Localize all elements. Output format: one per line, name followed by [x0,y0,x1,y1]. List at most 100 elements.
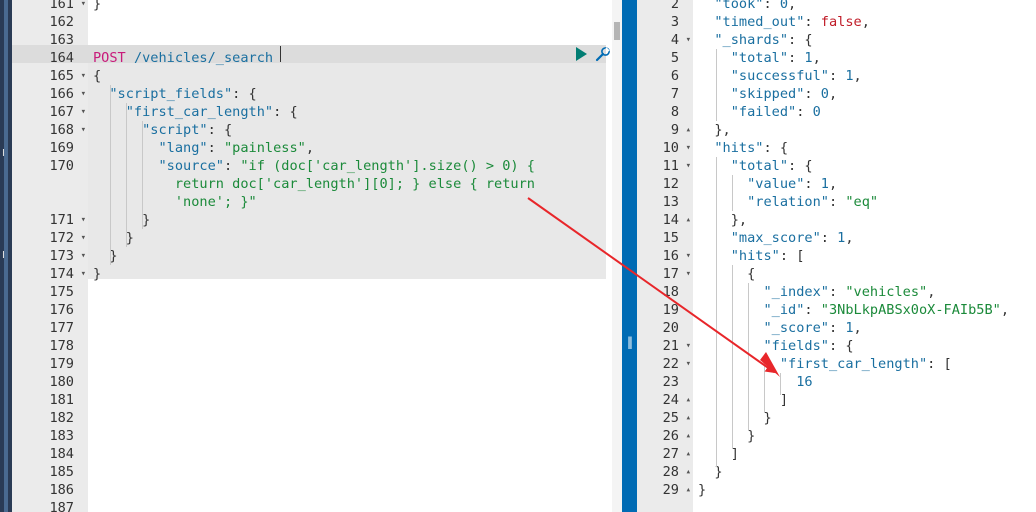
fold-toggle-icon[interactable]: ▴ [686,121,691,139]
code-token: : [804,86,821,102]
fold-toggle-icon[interactable]: ▾ [81,0,86,13]
line-number-text: 187 [49,500,74,512]
line-number-text: 9 [670,122,679,138]
fold-toggle-icon[interactable]: ▾ [81,229,86,247]
line-number: 18 [637,283,693,301]
play-icon[interactable] [576,47,587,61]
fold-toggle-icon[interactable]: ▾ [686,337,691,355]
line-number-text: 26 [662,428,679,444]
fold-toggle-icon[interactable]: ▾ [81,265,86,283]
line-number-text: 4 [670,32,679,48]
code-token: , [828,86,838,102]
code-line: } [698,427,755,445]
edge-label: F [2,148,8,159]
pane-resizer[interactable]: ‖ [622,0,637,512]
line-number: 172 ▾ [12,229,88,247]
code-token: : [820,230,838,246]
fold-toggle-icon[interactable]: ▾ [686,157,691,175]
code-token: : { [828,338,854,354]
fold-toggle-icon[interactable]: ▾ [81,67,86,85]
code-line: "script_fields": { [93,85,256,103]
code-token: "painless" [223,140,306,156]
line-number: 26 ▴ [637,427,693,445]
code-token: : [804,176,821,192]
fold-toggle-icon[interactable]: ▴ [686,481,691,499]
fold-toggle-icon[interactable]: ▾ [81,121,86,139]
line-number-text: 16 [662,248,679,264]
code-line: "first_car_length": { [93,103,298,121]
fold-toggle-icon[interactable]: ▾ [686,265,691,283]
line-number-text: 19 [662,302,679,318]
line-number: 168 ▾ [12,121,88,139]
fold-toggle-icon[interactable]: ▾ [686,139,691,157]
code-token: "failed" [730,104,797,120]
line-number: 20 [637,319,693,337]
line-number: 183 [12,427,88,445]
code-token: "hits" [730,248,780,264]
code-line: "fields": { [698,337,854,355]
line-number: 24 ▴ [637,391,693,409]
fold-toggle-icon[interactable]: ▾ [686,355,691,373]
code-token: , [853,320,862,336]
code-token: "source" [158,158,224,174]
code-token: } [93,230,134,246]
code-line: "script": { [93,121,232,139]
fold-toggle-icon[interactable]: ▴ [686,445,691,463]
fold-toggle-icon[interactable]: ▴ [686,391,691,409]
line-number: 171 ▾ [12,211,88,229]
line-number-text: 181 [49,392,74,408]
line-number-text: 15 [662,230,679,246]
code-token: 16 [796,374,813,390]
code-line: "value": 1, [698,175,837,193]
line-number: 173 ▾ [12,247,88,265]
code-token: : [804,14,821,30]
fold-toggle-icon[interactable]: ▴ [686,211,691,229]
fold-toggle-icon[interactable]: ▴ [686,463,691,481]
response-viewer[interactable]: 29 ▴ 28 ▴ 27 ▴ 26 ▴ 25 ▴ 24 ▴ 23 22 ▾ 21 ▾ 20 19 18 17 ▾ 16 ▾ 15… [637,0,1036,512]
fold-toggle-icon[interactable]: ▾ [81,85,86,103]
code-token: : [ [927,356,952,372]
code-line: "_index": "vehicles", [698,283,935,301]
code-token: , [853,68,862,84]
fold-toggle-icon[interactable]: ▾ [81,247,86,265]
line-number: 177 [12,319,88,337]
indent-guide [126,103,127,247]
code-token: : { [788,32,813,48]
code-token: "eq" [845,194,879,210]
code-line: { [698,265,755,283]
line-number: 25 ▴ [637,409,693,427]
line-number: 16 ▾ [637,247,693,265]
scrollbar-thumb[interactable] [614,22,620,40]
wrench-icon[interactable] [594,45,612,63]
fold-toggle-icon[interactable]: ▾ [686,247,691,265]
request-editor[interactable]: 187 186 185 184 183 182 181 180 179 178 177 176 175 1… [12,0,622,512]
code-line: "skipped": 0, [698,85,837,103]
line-number-text: 174 [49,266,74,282]
code-token: , [305,140,314,156]
code-line: "successful": 1, [698,67,862,85]
fold-toggle-icon[interactable]: ▾ [81,103,86,121]
request-code[interactable]: } POST /vehicles/_search{ "script_fields"… [88,0,608,512]
fold-toggle-icon[interactable]: ▴ [686,427,691,445]
line-number: 22 ▾ [637,355,693,373]
line-number: 166 ▾ [12,85,88,103]
line-number-text: 179 [49,356,74,372]
line-number: 174 ▾ [12,265,88,283]
code-token: , [1000,302,1010,318]
drag-handle-icon[interactable]: ‖ [627,335,633,349]
code-line: "relation": "eq" [698,193,878,211]
line-number: 27 ▴ [637,445,693,463]
line-number: 28 ▴ [637,463,693,481]
fold-toggle-icon[interactable]: ▾ [81,211,86,229]
line-number: 161 ▾ [12,0,88,13]
code-line: } [93,247,117,265]
code-token: false [820,14,862,30]
fold-toggle-icon[interactable]: ▾ [686,31,691,49]
code-token: "total" [730,50,789,66]
editor-scrollbar[interactable] [612,0,622,512]
fold-toggle-icon[interactable]: ▴ [686,409,691,427]
code-token: 'none'; }" [93,194,257,210]
